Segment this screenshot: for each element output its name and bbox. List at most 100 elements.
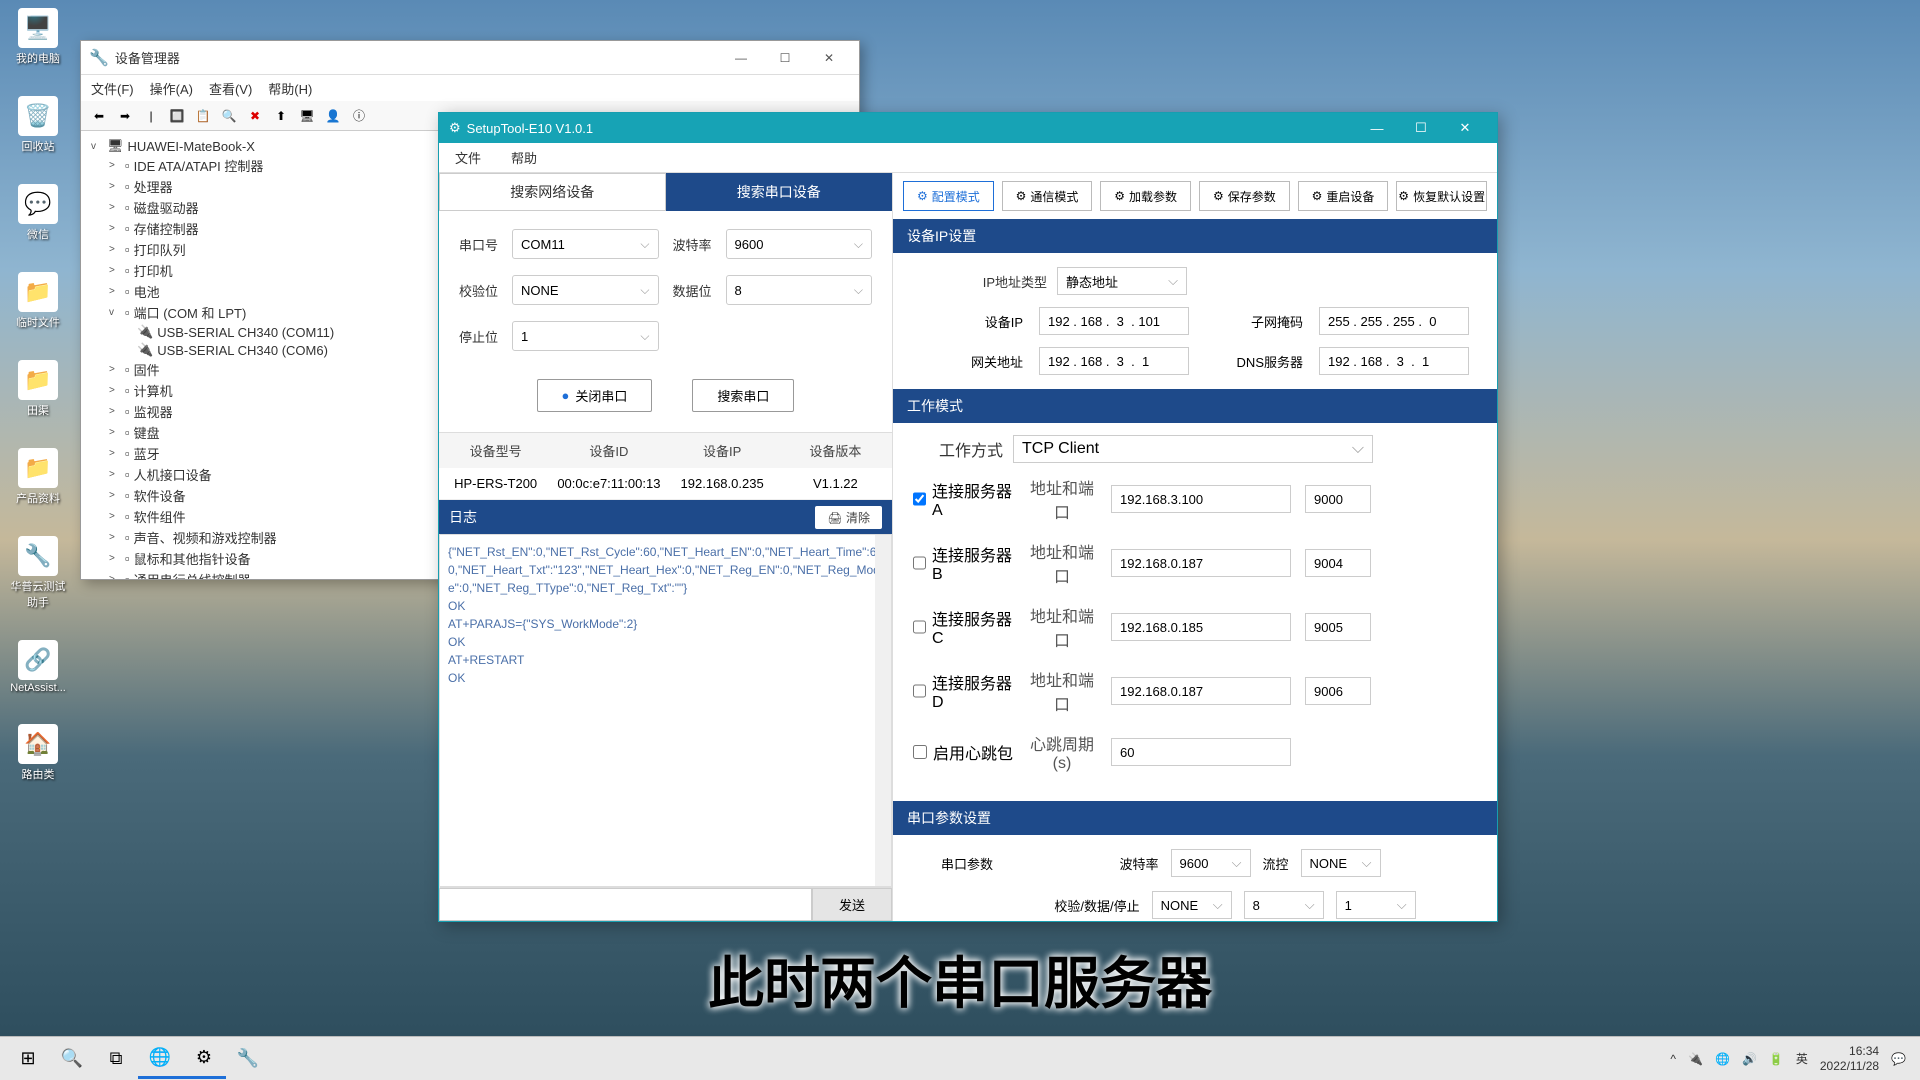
- server-port-input[interactable]: [1305, 613, 1371, 641]
- refresh-button[interactable]: 🔲: [165, 105, 189, 127]
- tray-network-icon[interactable]: 🌐: [1715, 1052, 1730, 1066]
- port-select[interactable]: COM11: [512, 229, 658, 259]
- desktop-icon[interactable]: 📁田渠: [8, 360, 68, 418]
- monitor-icon[interactable]: 🖥: [295, 105, 319, 127]
- config-toolbar-button[interactable]: ⚙保存参数: [1199, 181, 1290, 211]
- desktop-icon[interactable]: 🗑️回收站: [8, 96, 68, 154]
- heartbeat-input[interactable]: [1111, 738, 1291, 766]
- log-scrollbar[interactable]: [875, 535, 891, 886]
- server-checkbox[interactable]: [913, 620, 926, 634]
- start-button[interactable]: ⊞: [6, 1039, 50, 1079]
- tray-notification-icon[interactable]: 💬: [1891, 1052, 1906, 1066]
- stop-select[interactable]: 1: [512, 321, 658, 351]
- clear-log-button[interactable]: 🖨 清除: [815, 506, 882, 529]
- tray-usb-icon[interactable]: 🔌: [1688, 1052, 1703, 1066]
- server-checkbox[interactable]: [913, 556, 926, 570]
- desktop-icon-glyph: 🔧: [18, 536, 58, 576]
- minimize-button[interactable]: —: [719, 43, 763, 73]
- baud-select[interactable]: 9600: [726, 229, 872, 259]
- server-ip-input[interactable]: [1111, 613, 1291, 641]
- edge-taskbar-icon[interactable]: 🌐: [138, 1039, 182, 1079]
- sp-check-select[interactable]: NONE: [1152, 891, 1232, 919]
- work-mode-select[interactable]: TCP Client: [1013, 435, 1373, 463]
- menu-item[interactable]: 帮助: [511, 148, 537, 167]
- log-line: OK: [448, 597, 883, 615]
- data-select[interactable]: 8: [726, 275, 872, 305]
- parity-select[interactable]: NONE: [512, 275, 658, 305]
- desktop-icon[interactable]: 📁临时文件: [8, 272, 68, 330]
- info-icon[interactable]: ⓘ: [347, 105, 371, 127]
- stool-titlebar[interactable]: ⚙ SetupTool-E10 V1.0.1 — ☐ ✕: [439, 113, 1497, 143]
- menu-item[interactable]: 查看(V): [209, 79, 252, 98]
- data-label: 数据位: [673, 281, 712, 300]
- menu-item[interactable]: 文件(F): [91, 79, 134, 98]
- close-button[interactable]: ✕: [1443, 113, 1487, 143]
- menu-item[interactable]: 操作(A): [150, 79, 193, 98]
- tab-network-search[interactable]: 搜索网络设备: [439, 173, 666, 211]
- scan-button[interactable]: 🔍: [217, 105, 241, 127]
- addr-port-label: 地址和端口: [1027, 667, 1097, 715]
- maximize-button[interactable]: ☐: [1399, 113, 1443, 143]
- send-button[interactable]: 发送: [812, 888, 892, 921]
- tree-root[interactable]: HUAWEI-MateBook-X: [128, 139, 255, 154]
- server-checkbox[interactable]: [913, 492, 926, 506]
- send-input[interactable]: [439, 888, 812, 921]
- minimize-button[interactable]: —: [1355, 113, 1399, 143]
- subnet-mask-input[interactable]: [1319, 307, 1469, 335]
- desktop-icon-label: 回收站: [22, 138, 55, 154]
- config-toolbar-button[interactable]: ⚙加载参数: [1100, 181, 1191, 211]
- server-port-input[interactable]: [1305, 485, 1371, 513]
- task-view-button[interactable]: ⧉: [94, 1039, 138, 1079]
- sp-baud-select[interactable]: 9600: [1171, 849, 1251, 877]
- tray-clock[interactable]: 16:34 2022/11/28: [1820, 1044, 1879, 1073]
- close-serial-button[interactable]: ●关闭串口: [537, 379, 653, 412]
- ip-type-select[interactable]: 静态地址: [1057, 267, 1187, 295]
- desktop-icon[interactable]: 💬微信: [8, 184, 68, 242]
- server-port-input[interactable]: [1305, 549, 1371, 577]
- dns-input[interactable]: [1319, 347, 1469, 375]
- ip-section-head: 设备IP设置: [893, 219, 1497, 253]
- config-toolbar-button[interactable]: ⚙重启设备: [1298, 181, 1389, 211]
- server-port-input[interactable]: [1305, 677, 1371, 705]
- device-ip-input[interactable]: [1039, 307, 1189, 335]
- forward-button[interactable]: ➡: [113, 105, 137, 127]
- menu-item[interactable]: 文件: [455, 148, 481, 167]
- desktop-icon[interactable]: 🖥️我的电脑: [8, 8, 68, 66]
- maximize-button[interactable]: ☐: [763, 43, 807, 73]
- update-driver-button[interactable]: ⬆: [269, 105, 293, 127]
- sp-flow-select[interactable]: NONE: [1301, 849, 1381, 877]
- desktop-icon[interactable]: 🔗NetAssist...: [8, 640, 68, 694]
- search-serial-button[interactable]: 搜索串口: [692, 379, 794, 412]
- heartbeat-checkbox[interactable]: [913, 745, 927, 759]
- device-table-row[interactable]: HP-ERS-T20000:0c:e7:11:00:13192.168.0.23…: [439, 468, 892, 500]
- tray-volume-icon[interactable]: 🔊: [1742, 1052, 1757, 1066]
- search-button[interactable]: 🔍: [50, 1039, 94, 1079]
- log-area[interactable]: {"NET_Rst_EN":0,"NET_Rst_Cycle":60,"NET_…: [439, 534, 892, 887]
- config-toolbar-button[interactable]: ⚙配置模式: [903, 181, 994, 211]
- desktop-icon[interactable]: 📁产品资料: [8, 448, 68, 506]
- sp-stop-select[interactable]: 1: [1336, 891, 1416, 919]
- desktop-icon[interactable]: 🏠路由类: [8, 724, 68, 782]
- tab-serial-search[interactable]: 搜索串口设备: [666, 173, 893, 211]
- server-checkbox[interactable]: [913, 684, 926, 698]
- config-toolbar-button[interactable]: ⚙通信模式: [1002, 181, 1093, 211]
- setuptool-taskbar-icon[interactable]: ⚙: [182, 1039, 226, 1079]
- help-icon[interactable]: 👤: [321, 105, 345, 127]
- sp-data-select[interactable]: 8: [1244, 891, 1324, 919]
- tray-ime[interactable]: 英: [1796, 1050, 1808, 1067]
- delete-button[interactable]: ✖: [243, 105, 267, 127]
- desktop-icon[interactable]: 🔧华普云测试助手: [8, 536, 68, 610]
- server-ip-input[interactable]: [1111, 549, 1291, 577]
- menu-item[interactable]: 帮助(H): [268, 79, 312, 98]
- tray-chevron-icon[interactable]: ^: [1670, 1052, 1676, 1066]
- properties-button[interactable]: 📋: [191, 105, 215, 127]
- config-toolbar-button[interactable]: ⚙恢复默认设置: [1396, 181, 1487, 211]
- close-button[interactable]: ✕: [807, 43, 851, 73]
- gateway-input[interactable]: [1039, 347, 1189, 375]
- devmgr-titlebar[interactable]: 🔧 设备管理器 — ☐ ✕: [81, 41, 859, 75]
- devmgr-taskbar-icon[interactable]: 🔧: [226, 1039, 270, 1079]
- server-ip-input[interactable]: [1111, 677, 1291, 705]
- tray-battery-icon[interactable]: 🔋: [1769, 1052, 1784, 1066]
- back-button[interactable]: ⬅: [87, 105, 111, 127]
- server-ip-input[interactable]: [1111, 485, 1291, 513]
